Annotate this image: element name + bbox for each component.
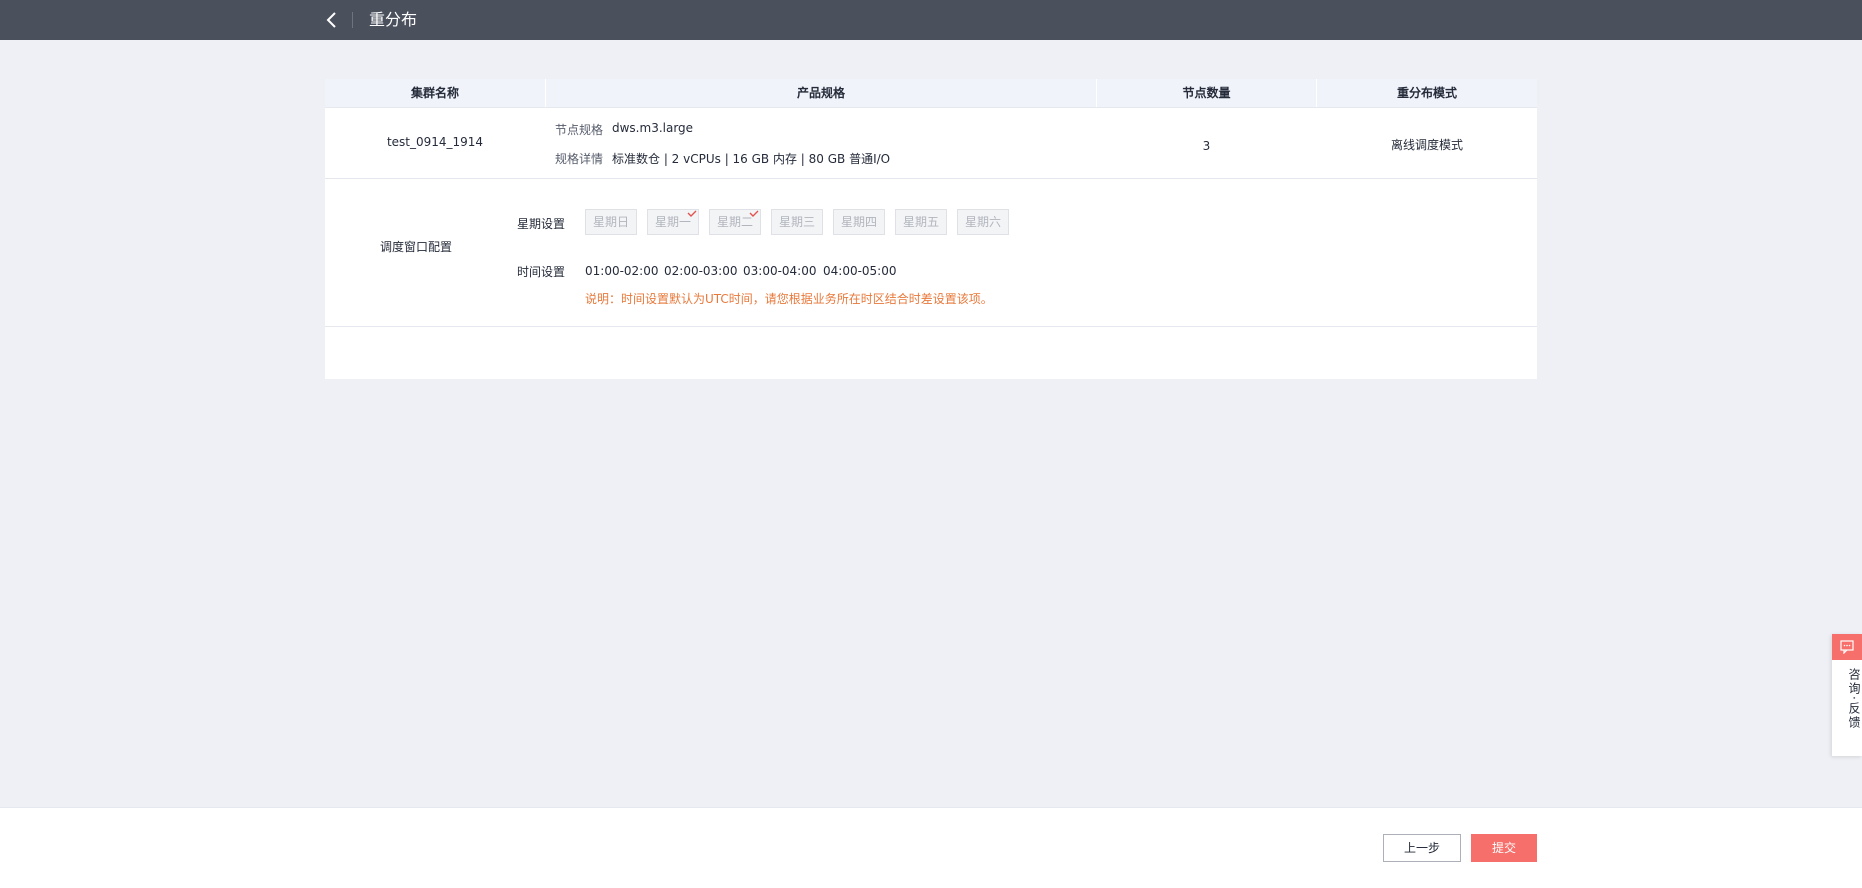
back-button[interactable] <box>322 10 342 30</box>
spec-label: 节点规格 <box>555 123 604 137</box>
column-header-cluster-name: 集群名称 <box>410 86 459 100</box>
weekday-tuesday[interactable]: 星期二 <box>709 209 761 235</box>
spec-detail-value: 标准数仓 | 2 vCPUs | 16 GB 内存 | 80 GB 普通I/O <box>612 152 891 166</box>
column-header-product-spec: 产品规格 <box>796 86 845 100</box>
table-row: test_0914_1914 节点规格 dws.m3.large 规格详情 标准… <box>325 108 1537 179</box>
utc-time-note: 说明：时间设置默认为UTC时间，请您根据业务所在时区结合时差设置该项。 <box>585 292 993 306</box>
redistribution-card: 集群名称 产品规格 节点数量 重分布模式 test_0914_1914 节点规格… <box>325 79 1537 379</box>
checkmark-icon <box>749 210 759 217</box>
weekday-monday[interactable]: 星期一 <box>647 209 699 235</box>
weekday-setting-label: 星期设置 <box>517 217 566 231</box>
chevron-left-icon <box>326 12 336 28</box>
weekday-label: 星期六 <box>964 215 1001 229</box>
column-header-redistribution-mode: 重分布模式 <box>1396 86 1457 100</box>
feedback-label: 咨询·反馈 <box>1847 668 1861 730</box>
weekday-thursday[interactable]: 星期四 <box>833 209 885 235</box>
schedule-window-label: 调度窗口配置 <box>380 240 453 254</box>
spec-value: dws.m3.large <box>612 121 694 135</box>
title-divider <box>352 12 353 28</box>
weekday-saturday[interactable]: 星期六 <box>957 209 1009 235</box>
weekday-wednesday[interactable]: 星期三 <box>771 209 823 235</box>
weekday-label: 星期日 <box>592 215 629 229</box>
submit-button[interactable]: 提交 <box>1471 834 1537 862</box>
time-setting-label: 时间设置 <box>517 265 566 279</box>
weekday-sunday[interactable]: 星期日 <box>585 209 637 235</box>
weekday-friday[interactable]: 星期五 <box>895 209 947 235</box>
top-header: 重分布 <box>0 0 1862 40</box>
previous-step-button[interactable]: 上一步 <box>1383 834 1461 862</box>
time-slot[interactable]: 04:00-05:00 <box>823 263 897 279</box>
footer-bar: 上一步 提交 <box>0 807 1862 888</box>
schedule-window-section: 调度窗口配置 星期设置 星期日 星期一 星期二 星期三 星期四 星期五 星期六 <box>325 179 1537 327</box>
cluster-name: test_0914_1914 <box>386 135 484 149</box>
weekday-label: 星期五 <box>902 215 939 229</box>
redistribution-mode: 离线调度模式 <box>1390 138 1463 152</box>
node-count: 3 <box>1202 139 1211 153</box>
time-slot[interactable]: 02:00-03:00 <box>664 263 738 279</box>
column-header-node-count: 节点数量 <box>1182 86 1231 100</box>
chat-icon <box>1832 634 1862 660</box>
weekday-label: 星期四 <box>840 215 877 229</box>
page-title: 重分布 <box>369 10 418 29</box>
consult-feedback-widget[interactable]: 咨询·反馈 <box>1832 634 1862 756</box>
time-slot[interactable]: 01:00-02:00 <box>585 263 659 279</box>
weekday-label: 星期三 <box>778 215 815 229</box>
checkmark-icon <box>687 210 697 217</box>
spec-detail-label: 规格详情 <box>555 152 604 166</box>
table-header: 集群名称 产品规格 节点数量 重分布模式 <box>325 79 1537 108</box>
time-slot[interactable]: 03:00-04:00 <box>743 263 817 279</box>
